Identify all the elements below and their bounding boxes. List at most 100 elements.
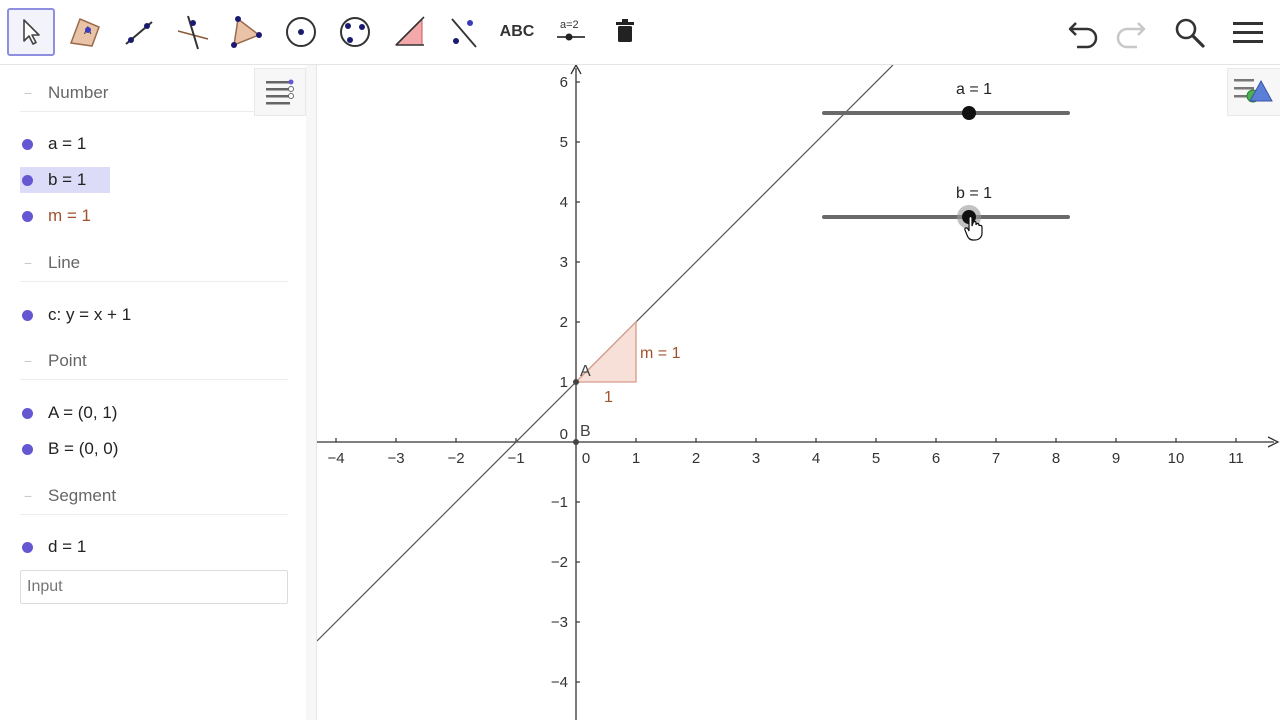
visibility-dot-icon[interactable] bbox=[22, 310, 33, 321]
section-header-point[interactable]: − Point bbox=[20, 343, 288, 380]
section-header-label: Line bbox=[48, 253, 81, 272]
undo-icon bbox=[1068, 22, 1098, 49]
visibility-dot-icon[interactable] bbox=[22, 444, 33, 455]
algebra-view: − Number a = 1 b = 1 m = 1 − Line c: y =… bbox=[0, 65, 307, 720]
y-tick-label: −4 bbox=[551, 674, 568, 691]
visibility-dot-icon[interactable] bbox=[22, 542, 33, 553]
visibility-dot-icon[interactable] bbox=[22, 408, 33, 419]
trash-icon bbox=[616, 19, 634, 42]
reflect-tool-button[interactable] bbox=[439, 8, 487, 56]
move-tool-button[interactable] bbox=[7, 8, 55, 56]
algebra-item-value: b = 1 bbox=[48, 170, 87, 189]
delete-tool-button[interactable] bbox=[601, 8, 649, 56]
point-A[interactable] bbox=[573, 379, 579, 385]
algebra-item-value: a = 1 bbox=[48, 134, 87, 153]
point-B[interactable] bbox=[573, 439, 579, 445]
visibility-dot-icon[interactable] bbox=[22, 175, 33, 186]
y-tick-label: 4 bbox=[560, 194, 568, 211]
x-tick-label: −3 bbox=[387, 450, 404, 467]
collapse-icon[interactable]: − bbox=[20, 255, 36, 271]
point-B-label: B bbox=[580, 423, 591, 440]
slider-tool-button[interactable]: a=2 bbox=[547, 8, 595, 56]
x-tick-label: 2 bbox=[692, 450, 700, 467]
x-tick-label: 6 bbox=[932, 450, 940, 467]
x-tick-label: 4 bbox=[812, 450, 820, 467]
line-through-two-points-icon bbox=[125, 21, 153, 45]
graphics-view[interactable]: −4 −3 −2 −1 0 1 2 3 4 5 6 7 8 9 10 11 6 5 4 3 2 1 0 −1 −2 −3 −4 m… bbox=[316, 63, 1280, 720]
algebra-item-value: A = (0, 1) bbox=[48, 403, 118, 422]
graphics-canvas[interactable]: −4 −3 −2 −1 0 1 2 3 4 5 6 7 8 9 10 11 6543210−1−2−3−4 m… bbox=[316, 63, 1280, 720]
slider-b-label: b = 1 bbox=[956, 185, 992, 202]
perpendicular-line-icon bbox=[177, 15, 209, 50]
angle-icon bbox=[394, 16, 425, 46]
redo-button[interactable] bbox=[1110, 12, 1152, 54]
point-tool-button[interactable]: A bbox=[61, 8, 109, 56]
x-tick-label: −2 bbox=[447, 450, 464, 467]
algebra-item-value: B = (0, 0) bbox=[48, 439, 119, 458]
polygon-icon bbox=[231, 16, 262, 48]
x-tick-label: 11 bbox=[1228, 450, 1244, 467]
section-header-label: Segment bbox=[48, 486, 117, 505]
x-tick-label: 9 bbox=[1112, 450, 1120, 467]
perpendicular-line-tool-button[interactable] bbox=[169, 8, 217, 56]
reflect-about-line-icon bbox=[451, 18, 477, 48]
collapse-icon[interactable]: − bbox=[20, 488, 36, 504]
collapse-icon[interactable]: − bbox=[20, 353, 36, 369]
slider-icon: a=2 bbox=[557, 19, 585, 41]
search-icon bbox=[1175, 18, 1205, 48]
section-header-segment[interactable]: − Segment bbox=[20, 478, 288, 515]
circle-tool-button[interactable] bbox=[277, 8, 325, 56]
x-tick-label: 7 bbox=[992, 450, 1000, 467]
circle-center-point-icon bbox=[286, 17, 316, 47]
section-header-label: Number bbox=[48, 83, 109, 102]
graphics-view-style-button[interactable] bbox=[1227, 68, 1280, 116]
algebra-item-value: d = 1 bbox=[48, 537, 87, 556]
y-tick-label: −1 bbox=[551, 494, 568, 511]
circle-three-points-icon bbox=[340, 17, 370, 47]
point-A-label: A bbox=[580, 363, 591, 380]
point-on-object-icon: A bbox=[69, 18, 100, 47]
polygon-tool-button[interactable] bbox=[223, 8, 271, 56]
visibility-dot-icon[interactable] bbox=[22, 211, 33, 222]
style-bar-menu-icon bbox=[266, 79, 294, 105]
x-tick-label: 10 bbox=[1168, 450, 1185, 467]
x-tick-label: −4 bbox=[327, 450, 344, 467]
graphics-style-bar-icon bbox=[1234, 79, 1273, 103]
section-header-line[interactable]: − Line bbox=[20, 245, 288, 282]
algebra-item-value: m = 1 bbox=[48, 206, 91, 225]
x-tick-label: 5 bbox=[872, 450, 880, 467]
section-header-label: Point bbox=[48, 351, 87, 370]
hamburger-menu-icon bbox=[1233, 22, 1263, 43]
algebra-item-value: c: y = x + 1 bbox=[48, 305, 132, 324]
text-tool-label: ABC bbox=[499, 23, 535, 40]
input-bar[interactable] bbox=[20, 570, 288, 604]
line-tool-button[interactable] bbox=[115, 8, 163, 56]
slope-run-label: 1 bbox=[604, 389, 613, 406]
y-tick-label: 2 bbox=[560, 314, 568, 331]
algebra-input-field[interactable] bbox=[21, 571, 287, 603]
circle-three-points-tool-button[interactable] bbox=[331, 8, 379, 56]
x-tick-label: 1 bbox=[632, 450, 640, 467]
collapse-icon[interactable]: − bbox=[20, 85, 36, 101]
y-tick-label: 0 bbox=[560, 426, 568, 443]
angle-tool-button[interactable] bbox=[385, 8, 433, 56]
y-tick-label: 3 bbox=[560, 254, 568, 271]
text-tool-button[interactable]: ABC bbox=[493, 8, 541, 56]
y-tick-label: −3 bbox=[551, 614, 568, 631]
x-tick-label: 0 bbox=[582, 450, 590, 467]
y-tick-label: 1 bbox=[560, 374, 568, 391]
visibility-dot-icon[interactable] bbox=[22, 139, 33, 150]
section-header-number[interactable]: − Number bbox=[20, 75, 288, 112]
slider-a-label: a = 1 bbox=[956, 81, 992, 98]
y-tick-label: −2 bbox=[551, 554, 568, 571]
slider-a-handle[interactable] bbox=[962, 106, 976, 120]
algebra-view-style-button[interactable] bbox=[254, 68, 306, 116]
search-button[interactable] bbox=[1168, 12, 1210, 54]
main-menu-button[interactable] bbox=[1227, 12, 1269, 54]
algebra-item-b[interactable]: b = 1 bbox=[20, 167, 110, 193]
toolbar: ABC a=2 bbox=[0, 0, 1280, 65]
cursor-arrow-icon bbox=[23, 19, 40, 45]
undo-button[interactable] bbox=[1062, 12, 1104, 54]
y-tick-label: 6 bbox=[560, 74, 568, 91]
view-divider[interactable] bbox=[306, 65, 317, 720]
